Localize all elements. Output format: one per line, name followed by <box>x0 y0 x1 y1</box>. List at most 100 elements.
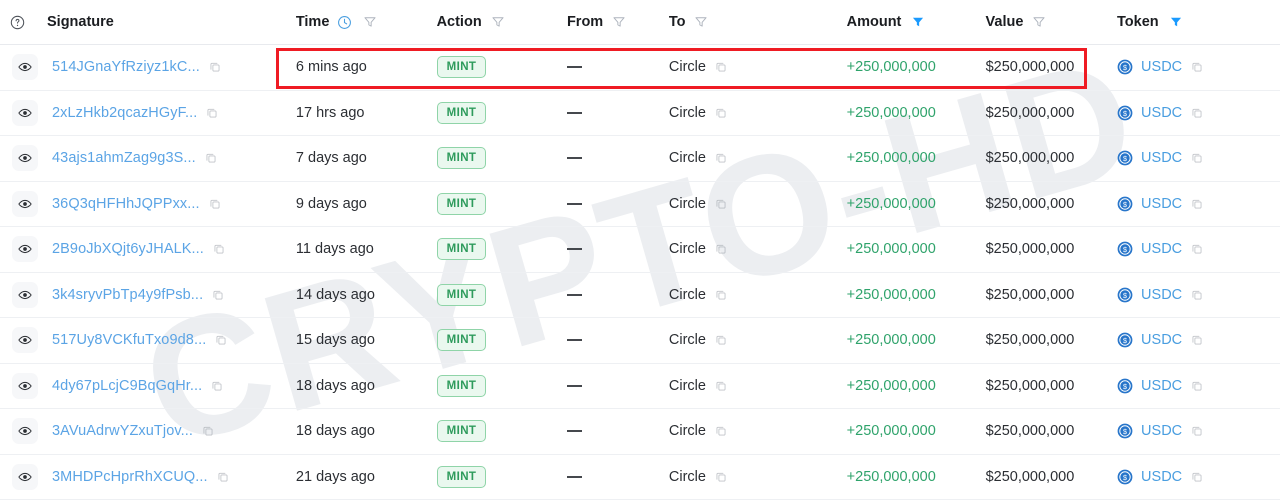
token-symbol[interactable]: USDC <box>1141 469 1182 485</box>
token-symbol[interactable]: USDC <box>1141 59 1182 75</box>
column-header-from[interactable]: From <box>557 14 669 30</box>
action-badge[interactable]: MINT <box>436 101 487 124</box>
copy-signature-icon[interactable] <box>209 198 221 210</box>
copy-signature-icon[interactable] <box>213 243 225 255</box>
copy-token-icon[interactable] <box>1191 471 1203 483</box>
filter-icon-value[interactable] <box>1032 15 1046 29</box>
token-symbol[interactable]: USDC <box>1141 423 1182 439</box>
copy-signature-icon[interactable] <box>211 380 223 392</box>
action-badge[interactable]: MINT <box>436 147 487 170</box>
action-badge[interactable]: MINT <box>436 192 487 215</box>
column-header-token[interactable]: Token <box>1117 14 1280 30</box>
table-row[interactable]: 3k4sryvPbTp4y9fPsb... 14 days ago MINT Circ… <box>0 273 1280 318</box>
signature-link[interactable]: 3MHDPcHprRhXCUQ... <box>52 469 208 485</box>
token-symbol[interactable]: USDC <box>1141 241 1182 257</box>
signature-link[interactable]: 517Uy8VCKfuTxo9d8... <box>52 332 206 348</box>
copy-to-address-icon[interactable] <box>715 152 727 164</box>
token-symbol[interactable]: USDC <box>1141 332 1182 348</box>
view-transaction-icon[interactable] <box>12 372 38 399</box>
filter-icon-action[interactable] <box>491 15 505 29</box>
clock-icon[interactable] <box>337 15 352 30</box>
table-row[interactable]: 3AVuAdrwYZxuTjov... 18 days ago MINT Circle… <box>0 409 1280 455</box>
action-badge[interactable]: MINT <box>436 329 487 352</box>
copy-to-address-icon[interactable] <box>715 198 727 210</box>
view-transaction-icon[interactable] <box>12 418 38 445</box>
table-row[interactable]: 3MHDPcHprRhXCUQ... 21 days ago MINT Circle +… <box>0 455 1280 500</box>
copy-token-icon[interactable] <box>1191 152 1203 164</box>
action-badge[interactable]: MINT <box>436 374 487 397</box>
copy-to-address-icon[interactable] <box>715 471 727 483</box>
copy-to-address-icon[interactable] <box>715 289 727 301</box>
to-value[interactable]: Circle <box>669 378 706 394</box>
table-row[interactable]: 4dy67pLcjC9BqGqHr... 18 days ago MINT Circl… <box>0 364 1280 409</box>
action-badge[interactable]: MINT <box>436 56 487 79</box>
copy-token-icon[interactable] <box>1191 243 1203 255</box>
filter-icon-from[interactable] <box>612 15 626 29</box>
view-transaction-icon[interactable] <box>12 99 38 126</box>
copy-token-icon[interactable] <box>1191 380 1203 392</box>
view-transaction-icon[interactable] <box>12 327 38 354</box>
filter-icon-to[interactable] <box>694 15 708 29</box>
copy-to-address-icon[interactable] <box>715 380 727 392</box>
signature-link[interactable]: 3k4sryvPbTp4y9fPsb... <box>52 287 203 303</box>
column-header-signature[interactable]: Signature <box>0 14 288 30</box>
copy-to-address-icon[interactable] <box>715 107 727 119</box>
action-badge[interactable]: MINT <box>436 283 487 306</box>
table-row[interactable]: 517Uy8VCKfuTxo9d8... 15 days ago MINT Circl… <box>0 318 1280 364</box>
table-row[interactable]: 2xLzHkb2qcazHGyF... 17 hrs ago MINT Circle +… <box>0 91 1280 136</box>
column-header-action[interactable]: Action <box>437 14 557 30</box>
copy-to-address-icon[interactable] <box>715 243 727 255</box>
view-transaction-icon[interactable] <box>12 463 38 490</box>
signature-link[interactable]: 3AVuAdrwYZxuTjov... <box>52 423 193 439</box>
to-value[interactable]: Circle <box>669 423 706 439</box>
signature-link[interactable]: 2B9oJbXQjt6yJHALK... <box>52 241 204 257</box>
view-transaction-icon[interactable] <box>12 145 38 172</box>
to-value[interactable]: Circle <box>669 287 706 303</box>
copy-signature-icon[interactable] <box>202 425 214 437</box>
action-badge[interactable]: MINT <box>436 465 487 488</box>
view-transaction-icon[interactable] <box>12 190 38 217</box>
copy-signature-icon[interactable] <box>205 152 217 164</box>
to-value[interactable]: Circle <box>669 241 706 257</box>
token-symbol[interactable]: USDC <box>1141 287 1182 303</box>
copy-token-icon[interactable] <box>1191 334 1203 346</box>
token-symbol[interactable]: USDC <box>1141 378 1182 394</box>
filter-icon-time[interactable] <box>363 15 377 29</box>
copy-signature-icon[interactable] <box>209 61 221 73</box>
signature-link[interactable]: 4dy67pLcjC9BqGqHr... <box>52 378 202 394</box>
to-value[interactable]: Circle <box>669 196 706 212</box>
token-symbol[interactable]: USDC <box>1141 196 1182 212</box>
copy-token-icon[interactable] <box>1191 61 1203 73</box>
table-row[interactable]: 514JGnaYfRziyz1kC... 6 mins ago MINT Circle… <box>0 45 1280 91</box>
signature-link[interactable]: 514JGnaYfRziyz1kC... <box>52 59 200 75</box>
view-transaction-icon[interactable] <box>12 281 38 308</box>
copy-token-icon[interactable] <box>1191 107 1203 119</box>
to-value[interactable]: Circle <box>669 332 706 348</box>
to-value[interactable]: Circle <box>669 469 706 485</box>
token-symbol[interactable]: USDC <box>1141 105 1182 121</box>
signature-link[interactable]: 2xLzHkb2qcazHGyF... <box>52 105 197 121</box>
table-row[interactable]: 36Q3qHFHhJQPPxx... 9 days ago MINT Circle +2… <box>0 182 1280 227</box>
signature-link[interactable]: 36Q3qHFHhJQPPxx... <box>52 196 200 212</box>
column-header-amount[interactable]: Amount <box>847 14 986 30</box>
token-symbol[interactable]: USDC <box>1141 150 1182 166</box>
copy-signature-icon[interactable] <box>212 289 224 301</box>
column-header-to[interactable]: To <box>669 14 847 30</box>
copy-token-icon[interactable] <box>1191 289 1203 301</box>
to-value[interactable]: Circle <box>669 105 706 121</box>
copy-to-address-icon[interactable] <box>715 334 727 346</box>
to-value[interactable]: Circle <box>669 59 706 75</box>
action-badge[interactable]: MINT <box>436 238 487 261</box>
copy-to-address-icon[interactable] <box>715 425 727 437</box>
action-badge[interactable]: MINT <box>436 420 487 443</box>
table-row[interactable]: 43ajs1ahmZag9g3S... 7 days ago MINT Circle +… <box>0 136 1280 182</box>
filter-icon-token-active[interactable] <box>1169 15 1183 29</box>
copy-token-icon[interactable] <box>1191 425 1203 437</box>
copy-signature-icon[interactable] <box>215 334 227 346</box>
help-circle-icon[interactable] <box>10 15 25 30</box>
to-value[interactable]: Circle <box>669 150 706 166</box>
filter-icon-amount-active[interactable] <box>911 15 925 29</box>
copy-signature-icon[interactable] <box>206 107 218 119</box>
copy-token-icon[interactable] <box>1191 198 1203 210</box>
table-row[interactable]: 2B9oJbXQjt6yJHALK... 11 days ago MINT Circl… <box>0 227 1280 273</box>
